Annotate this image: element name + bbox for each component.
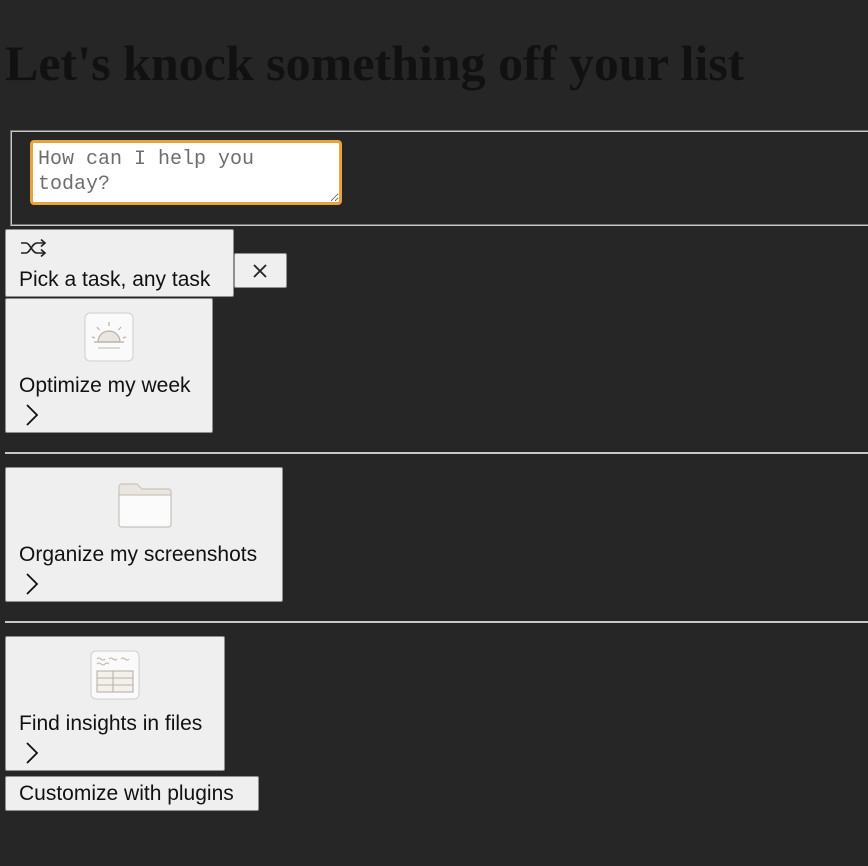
task-card-find-insights[interactable]: Find insights in files (5, 636, 225, 771)
close-icon (251, 262, 269, 285)
shuffle-icon (20, 238, 48, 263)
pick-a-task-label: Pick a task, any task (19, 268, 211, 291)
customize-plugins-button[interactable]: Customize with plugins (5, 776, 259, 811)
chevron-right-icon (24, 741, 40, 770)
close-button[interactable] (234, 253, 287, 288)
page-title: Let's knock something off your list (5, 35, 745, 91)
chevron-right-icon (24, 403, 40, 432)
task-card-label: Organize my screenshots (19, 543, 258, 566)
chevron-right-icon (24, 572, 40, 601)
task-card-organize-screenshots[interactable]: Organize my screenshots (5, 467, 283, 602)
divider (5, 621, 868, 623)
divider (5, 452, 868, 454)
customize-plugins-label: Customize with plugins (19, 782, 234, 805)
sunrise-icon (84, 312, 134, 367)
folder-icon (117, 481, 173, 534)
prompt-input[interactable] (30, 140, 342, 205)
task-card-label: Optimize my week (19, 374, 191, 397)
task-card-label: Find insights in files (19, 712, 203, 735)
pick-a-task-button[interactable]: Pick a task, any task (5, 229, 234, 297)
spreadsheet-icon (90, 650, 140, 705)
task-card-optimize-week[interactable]: Optimize my week (5, 298, 213, 433)
